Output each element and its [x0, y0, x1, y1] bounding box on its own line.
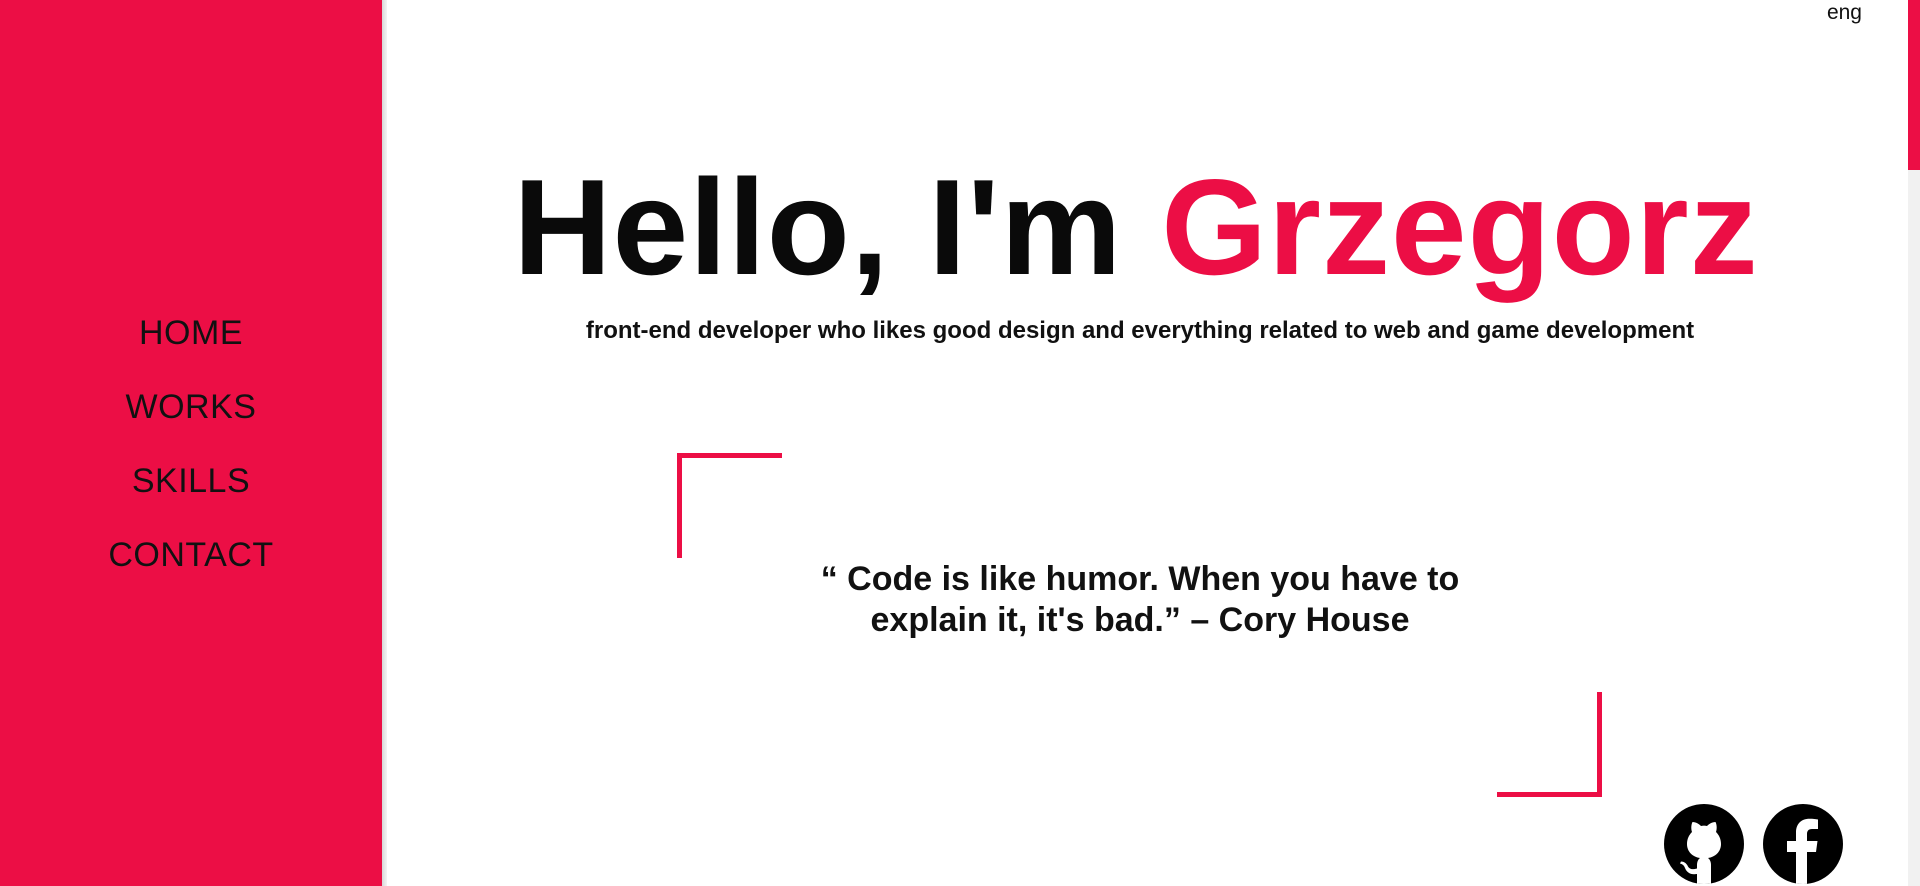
hero-title: Hello, I'm Grzegorz [386, 152, 1886, 302]
language-switcher[interactable]: eng [1827, 0, 1862, 26]
sidebar-nav: HOME WORKS SKILLS CONTACT [0, 307, 382, 603]
sidebar-divider [382, 0, 387, 886]
facebook-icon [1787, 818, 1818, 884]
sidebar-item-home[interactable]: HOME [0, 307, 382, 381]
sidebar-item-works[interactable]: WORKS [0, 381, 382, 455]
quote-text: “ Code is like humor. When you have to e… [820, 560, 1460, 639]
github-icon [1680, 822, 1721, 884]
social-links [1664, 804, 1844, 886]
facebook-link[interactable] [1763, 804, 1843, 884]
quote-corner-top-left [677, 453, 782, 558]
github-link[interactable] [1664, 804, 1744, 884]
scrollbar-thumb[interactable] [1908, 0, 1920, 170]
page: HOME WORKS SKILLS CONTACT eng Hello, I'm… [0, 0, 1920, 886]
quote-corner-bottom-right [1497, 692, 1602, 797]
hero-subtitle: front-end developer who likes good desig… [585, 317, 1695, 344]
sidebar: HOME WORKS SKILLS CONTACT [0, 0, 382, 886]
sidebar-item-contact[interactable]: CONTACT [0, 529, 382, 603]
hero-greeting: Hello, I'm [513, 151, 1162, 303]
hero-name: Grzegorz [1161, 151, 1759, 303]
scrollbar[interactable] [1908, 0, 1920, 886]
sidebar-item-skills[interactable]: SKILLS [0, 455, 382, 529]
